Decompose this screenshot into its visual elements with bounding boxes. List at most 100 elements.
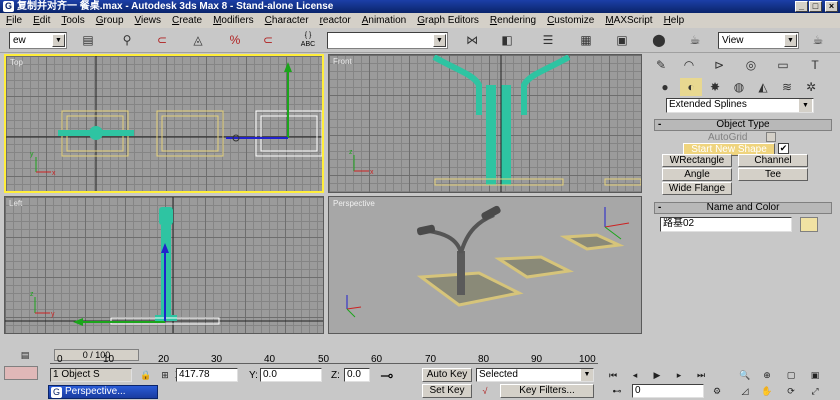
zoom-icon[interactable]: 🔍 (738, 368, 752, 382)
y-coordinate-field[interactable]: 0.0 (260, 368, 322, 382)
taskbar-perspective-item[interactable]: G Perspective... (48, 385, 158, 399)
maxscript-listener-mini[interactable] (4, 366, 38, 380)
pan-icon[interactable]: ✋ (760, 384, 774, 398)
menu-modifiers[interactable]: Modifiers (213, 15, 254, 26)
object-name-input[interactable]: 路基02 (660, 217, 792, 232)
snap-3d-icon[interactable]: ⊂ (152, 31, 172, 50)
menu-tools[interactable]: Tools (61, 15, 84, 26)
set-key-button[interactable]: Set Key (422, 384, 472, 398)
mirror-icon[interactable]: ⋈ (462, 31, 482, 50)
percent-snap-icon[interactable]: % (225, 31, 245, 50)
z-coordinate-field[interactable]: 0.0 (344, 368, 370, 382)
viewport-perspective[interactable]: Perspective (328, 196, 642, 334)
menu-views[interactable]: Views (135, 15, 162, 26)
name-and-color-rollout[interactable]: - Name and Color (654, 202, 832, 214)
menu-rendering[interactable]: Rendering (490, 15, 536, 26)
wide-flange-button[interactable]: Wide Flange (662, 182, 732, 195)
spinner-snap-icon[interactable]: ⊂ (258, 31, 278, 50)
time-slider[interactable]: 0 / 100 (54, 349, 139, 361)
zoom-extents-all-icon[interactable]: ▣ (808, 368, 822, 382)
geometry-icon[interactable]: ● (654, 78, 676, 96)
current-frame-field[interactable]: 0 (632, 384, 704, 398)
maximize-button[interactable]: □ (809, 1, 822, 12)
key-mode-toggle-icon[interactable]: ⊷ (610, 384, 624, 398)
angle-button[interactable]: Angle (662, 168, 732, 181)
menu-reactor[interactable]: reactor (320, 15, 351, 26)
viewport-front[interactable]: Front z x (328, 54, 642, 193)
track-tick-10: 10 (103, 354, 115, 365)
zoom-all-icon[interactable]: ⊕ (760, 368, 774, 382)
menu-animation[interactable]: Animation (362, 15, 406, 26)
set-key-mode-icon[interactable]: √ (478, 384, 492, 398)
menu-help[interactable]: Help (664, 15, 685, 26)
next-frame-icon[interactable]: ▸ (672, 368, 686, 382)
arc-rotate-icon[interactable]: ⟳ (784, 384, 798, 398)
play-icon[interactable]: ▶ (650, 368, 664, 382)
zoom-extents-icon[interactable]: ▢ (784, 368, 798, 382)
shapes-icon[interactable]: ◐ (680, 78, 702, 96)
start-new-shape-checkbox[interactable]: ✔ (778, 143, 789, 154)
menu-character[interactable]: Character (265, 15, 309, 26)
chevron-down-icon: ▼ (433, 34, 446, 47)
key-filters-button[interactable]: Key Filters... (500, 384, 594, 398)
systems-icon[interactable]: ✲ (800, 78, 822, 96)
menu-graph-editors[interactable]: Graph Editors (417, 15, 479, 26)
viewport-top[interactable]: Top y x (4, 54, 324, 193)
lock-selection-icon[interactable]: 🔒 (139, 368, 153, 382)
goto-start-icon[interactable]: ⏮ (606, 368, 620, 382)
menu-create[interactable]: Create (172, 15, 202, 26)
lights-icon[interactable]: ✸ (704, 78, 726, 96)
named-selection-dropdown[interactable]: ▼ (327, 32, 448, 49)
goto-end-icon[interactable]: ⏭ (694, 368, 708, 382)
schematic-view-icon[interactable]: ▣ (612, 31, 632, 50)
previous-frame-icon[interactable]: ◂ (628, 368, 642, 382)
menu-customize[interactable]: Customize (547, 15, 594, 26)
field-of-view-icon[interactable]: ◿ (738, 384, 752, 398)
material-editor-icon[interactable]: ⬤ (649, 31, 669, 50)
auto-key-button[interactable]: Auto Key (422, 368, 472, 382)
object-color-swatch[interactable] (800, 217, 818, 232)
helpers-icon[interactable]: ◭ (752, 78, 774, 96)
motion-tab-icon[interactable]: ◎ (740, 56, 762, 74)
render-scene-icon[interactable]: ☕ (685, 31, 705, 50)
time-configuration-icon[interactable]: ▤ (18, 348, 32, 362)
select-by-name-icon[interactable]: ▤ (78, 31, 98, 50)
time-config-icon[interactable]: ⚙ (710, 384, 724, 398)
edit-named-selection-icon[interactable]: { } ABC (296, 31, 320, 50)
track-tick-50: 50 (318, 354, 330, 365)
absolute-mode-icon[interactable]: ⊞ (158, 368, 172, 382)
viewport-left[interactable]: Left z y (4, 196, 324, 334)
select-and-link-icon[interactable]: ⚲ (117, 31, 137, 50)
close-button[interactable]: × (825, 1, 838, 12)
menu-group[interactable]: Group (96, 15, 124, 26)
cameras-icon[interactable]: ◍ (728, 78, 750, 96)
key-mode-dropdown[interactable]: Selected ▼ (476, 368, 594, 382)
curve-editor-icon[interactable]: ▦ (576, 31, 596, 50)
tee-button[interactable]: Tee (738, 168, 808, 181)
render-type-dropdown[interactable]: View ▼ (718, 32, 799, 49)
align-icon[interactable]: ◧ (497, 31, 517, 50)
utilities-tab-icon[interactable]: T (804, 56, 826, 74)
spacewarps-icon[interactable]: ≋ (776, 78, 798, 96)
hierarchy-tab-icon[interactable]: ⊳ (708, 56, 730, 74)
key-icon[interactable]: ⊸ (380, 369, 393, 385)
minimize-button[interactable]: _ (795, 1, 808, 12)
x-coordinate-field[interactable]: 417.78 (176, 368, 238, 382)
menu-edit[interactable]: Edit (33, 15, 50, 26)
menu-file[interactable]: File (6, 15, 22, 26)
display-tab-icon[interactable]: ▭ (772, 56, 794, 74)
layer-manager-icon[interactable]: ☰ (538, 31, 558, 50)
selection-filter-dropdown[interactable]: ew ▼ (9, 32, 67, 49)
max-logo-icon: G (51, 387, 62, 398)
wrectangle-button[interactable]: WRectangle (662, 154, 732, 167)
modify-tab-icon[interactable]: ◠ (678, 56, 700, 74)
channel-button[interactable]: Channel (738, 154, 808, 167)
angle-snap-icon[interactable]: ◬ (188, 31, 208, 50)
quick-render-icon[interactable]: ☕ (808, 31, 828, 50)
category-dropdown[interactable]: Extended Splines ▼ (666, 98, 814, 113)
autogrid-checkbox[interactable] (766, 132, 776, 142)
menu-maxscript[interactable]: MAXScript (605, 15, 652, 26)
maximize-viewport-icon[interactable]: ⤢ (808, 384, 822, 398)
create-tab-icon[interactable]: ✎ (650, 56, 672, 74)
object-type-rollout[interactable]: - Object Type (654, 119, 832, 131)
